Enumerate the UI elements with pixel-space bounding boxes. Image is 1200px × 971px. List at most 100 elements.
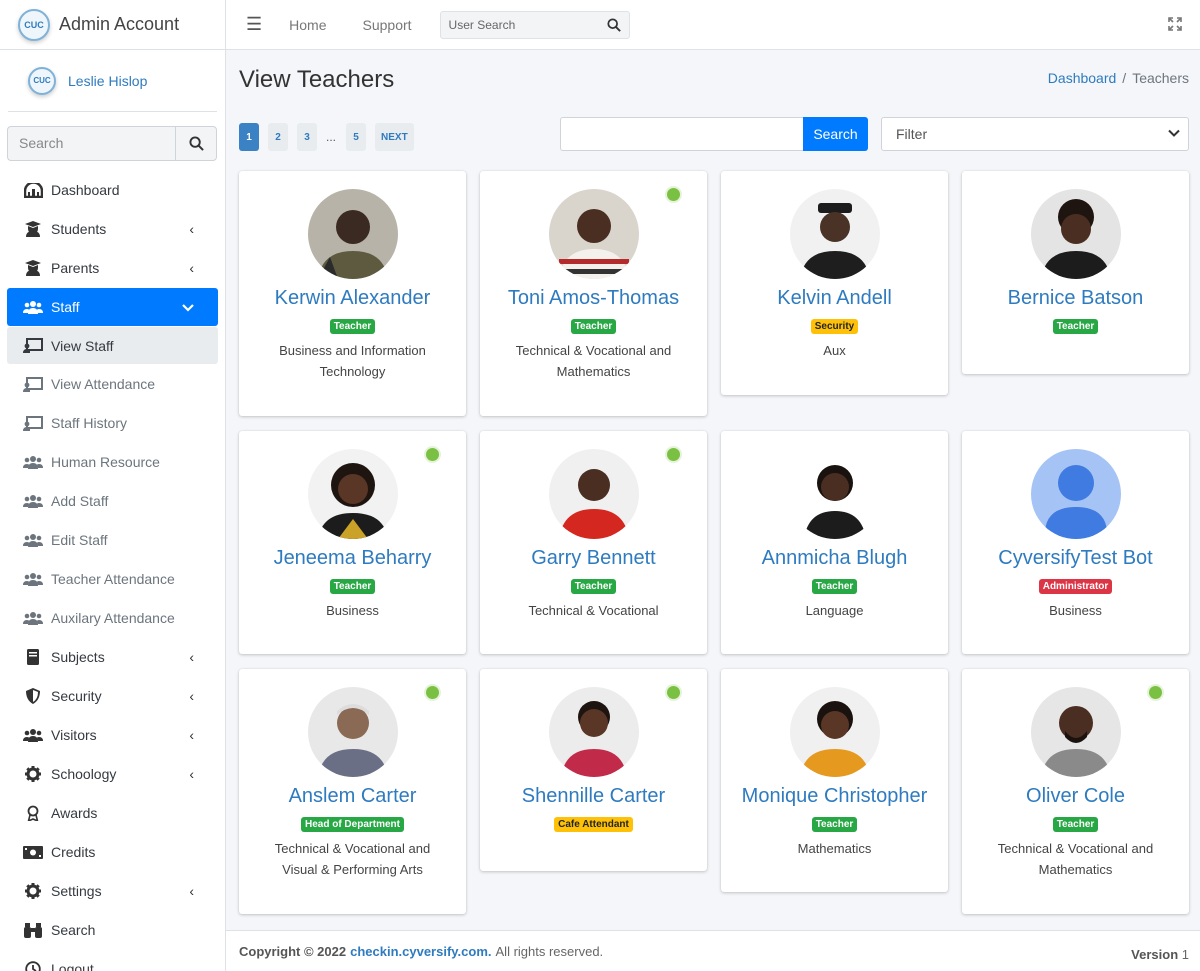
sidebar-item-view-attendance[interactable]: View Attendance bbox=[7, 365, 218, 403]
teacher-card[interactable]: Bernice Batson Teacher bbox=[962, 171, 1189, 374]
teacher-card[interactable]: Jeneema Beharry Teacher Business bbox=[239, 431, 466, 654]
sidebar-search-input[interactable]: Search bbox=[7, 126, 175, 161]
sidebar-item-add-staff[interactable]: Add Staff bbox=[7, 482, 218, 520]
teacher-name[interactable]: CyversifyTest Bot bbox=[962, 547, 1189, 570]
search-button[interactable]: Search bbox=[803, 117, 868, 151]
teacher-card[interactable]: Toni Amos-Thomas Teacher Technical & Voc… bbox=[480, 171, 707, 416]
school-logo: CUC bbox=[18, 8, 50, 41]
sidebar-item-security[interactable]: Security ‹ bbox=[7, 677, 218, 715]
sidebar-nav: Dashboard Students ‹ Parents ‹ Staff Vie… bbox=[0, 171, 225, 971]
user-name[interactable]: Leslie Hislop bbox=[68, 73, 147, 89]
sidebar-item-parents[interactable]: Parents ‹ bbox=[7, 249, 218, 287]
chevron-down-icon bbox=[182, 299, 194, 315]
teacher-card[interactable]: Shennille Carter Cafe Attendant bbox=[480, 669, 707, 871]
sidebar-search-button[interactable] bbox=[175, 126, 217, 161]
role-badge: Teacher bbox=[329, 579, 376, 594]
hamburger-menu-icon[interactable]: ☰ bbox=[246, 14, 262, 35]
sidebar-item-logout[interactable]: Logout bbox=[7, 950, 218, 971]
sidebar-item-view-staff[interactable]: View Staff bbox=[7, 327, 218, 364]
version-number: 1 bbox=[1181, 947, 1189, 962]
nav-support-link[interactable]: Support bbox=[363, 17, 412, 33]
teacher-name[interactable]: Annmicha Blugh bbox=[721, 547, 948, 570]
next-page-button[interactable]: NEXT bbox=[375, 123, 414, 151]
teacher-card[interactable]: Kerwin Alexander Teacher Business and In… bbox=[239, 171, 466, 416]
teacher-card[interactable]: Anslem Carter Head of Department Technic… bbox=[239, 669, 466, 914]
sidebar-item-label: Add Staff bbox=[51, 493, 109, 509]
teacher-name[interactable]: Kerwin Alexander bbox=[239, 287, 466, 310]
clock-icon bbox=[23, 961, 43, 971]
role-badge: Head of Department bbox=[300, 817, 404, 832]
teacher-search-input[interactable] bbox=[560, 117, 804, 151]
page-5-button[interactable]: 5 bbox=[346, 123, 367, 151]
default-avatar-icon bbox=[1030, 449, 1121, 539]
user-search-placeholder: User Search bbox=[448, 17, 516, 32]
teacher-department: Technical & Vocational bbox=[528, 603, 659, 618]
sidebar-item-teacher-attendance[interactable]: Teacher Attendance bbox=[7, 560, 218, 598]
teacher-department: Technical & Vocational and Mathematics bbox=[515, 343, 672, 379]
teacher-card[interactable]: CyversifyTest Bot Administrator Business bbox=[962, 431, 1189, 654]
dashboard-icon bbox=[23, 182, 43, 198]
teacher-name[interactable]: Jeneema Beharry bbox=[239, 547, 466, 570]
page-1-button[interactable]: 1 bbox=[239, 123, 259, 151]
sidebar-item-awards[interactable]: Awards bbox=[7, 794, 218, 832]
sidebar-item-label: Auxilary Attendance bbox=[51, 610, 175, 626]
teacher-name[interactable]: Bernice Batson bbox=[962, 287, 1189, 310]
teacher-department: Business and Information Technology bbox=[279, 343, 426, 379]
sidebar-item-staff[interactable]: Staff bbox=[7, 288, 218, 326]
teacher-name[interactable]: Shennille Carter bbox=[480, 785, 707, 808]
sidebar-item-label: Logout bbox=[51, 961, 94, 971]
role-badge: Security bbox=[810, 319, 859, 334]
teacher-name[interactable]: Monique Christopher bbox=[721, 785, 948, 808]
page-2-button[interactable]: 2 bbox=[268, 123, 288, 151]
search-icon[interactable] bbox=[606, 17, 621, 32]
teacher-card[interactable]: Garry Bennett Teacher Technical & Vocati… bbox=[480, 431, 707, 654]
users-icon bbox=[23, 493, 43, 509]
teacher-photo bbox=[1030, 189, 1121, 279]
brand-title: Admin Account bbox=[59, 14, 180, 34]
sidebar-item-credits[interactable]: Credits bbox=[7, 833, 218, 871]
breadcrumb-current: Teachers bbox=[1132, 70, 1189, 86]
sidebar-item-visitors[interactable]: Visitors ‹ bbox=[7, 716, 218, 754]
teacher-name[interactable]: Oliver Cole bbox=[962, 785, 1189, 808]
sidebar-item-edit-staff[interactable]: Edit Staff bbox=[7, 521, 218, 559]
teacher-department: Business bbox=[1049, 603, 1102, 618]
sidebar-item-subjects[interactable]: Subjects ‹ bbox=[7, 638, 218, 676]
teacher-card[interactable]: Annmicha Blugh Teacher Language bbox=[721, 431, 948, 654]
footer-rights: All rights reserved. bbox=[495, 943, 604, 959]
sidebar-item-label: Subjects bbox=[51, 649, 105, 665]
sidebar-search: Search bbox=[7, 126, 217, 161]
teacher-name[interactable]: Garry Bennett bbox=[480, 547, 707, 570]
user-search-input[interactable]: User Search bbox=[439, 10, 630, 39]
teacher-name[interactable]: Anslem Carter bbox=[239, 785, 466, 808]
footer-link[interactable]: checkin.cyversify.com. bbox=[350, 944, 491, 959]
teacher-photo bbox=[789, 449, 880, 539]
breadcrumb-dashboard-link[interactable]: Dashboard bbox=[1048, 70, 1117, 86]
sidebar-item-students[interactable]: Students ‹ bbox=[7, 210, 218, 248]
sidebar-item-label: Edit Staff bbox=[51, 532, 108, 548]
online-status-indicator bbox=[426, 448, 439, 461]
sidebar-item-label: Search bbox=[51, 922, 96, 938]
teacher-name[interactable]: Toni Amos-Thomas bbox=[480, 287, 707, 310]
sidebar-item-schoology[interactable]: Schoology ‹ bbox=[7, 755, 218, 793]
sidebar-item-settings[interactable]: Settings ‹ bbox=[7, 872, 218, 910]
teacher-card[interactable]: Kelvin Andell Security Aux bbox=[721, 171, 948, 395]
nav-home-link[interactable]: Home bbox=[289, 17, 326, 33]
sidebar-item-auxilary-attendance[interactable]: Auxilary Attendance bbox=[7, 599, 218, 637]
users-icon bbox=[23, 454, 43, 470]
graduate-icon bbox=[23, 221, 43, 237]
sidebar-item-search[interactable]: Search bbox=[7, 911, 218, 949]
sidebar-item-staff-history[interactable]: Staff History bbox=[7, 404, 218, 442]
teacher-card[interactable]: Monique Christopher Teacher Mathematics bbox=[721, 669, 948, 892]
teacher-card[interactable]: Oliver Cole Teacher Technical & Vocation… bbox=[962, 669, 1189, 914]
filter-select[interactable]: Filter bbox=[881, 117, 1189, 151]
chevron-left-icon: ‹ bbox=[189, 688, 194, 704]
sidebar-item-human-resource[interactable]: Human Resource bbox=[7, 443, 218, 481]
teacher-name[interactable]: Kelvin Andell bbox=[721, 287, 948, 310]
sidebar-item-dashboard[interactable]: Dashboard bbox=[7, 171, 218, 209]
fullscreen-icon[interactable] bbox=[1168, 17, 1182, 31]
page-3-button[interactable]: 3 bbox=[297, 123, 317, 151]
brand-link[interactable]: CUC Admin Account bbox=[0, 0, 225, 50]
teacher-department: Mathematics bbox=[797, 841, 872, 856]
users-icon bbox=[23, 727, 43, 743]
user-panel[interactable]: CUC Leslie Hislop bbox=[8, 50, 217, 112]
